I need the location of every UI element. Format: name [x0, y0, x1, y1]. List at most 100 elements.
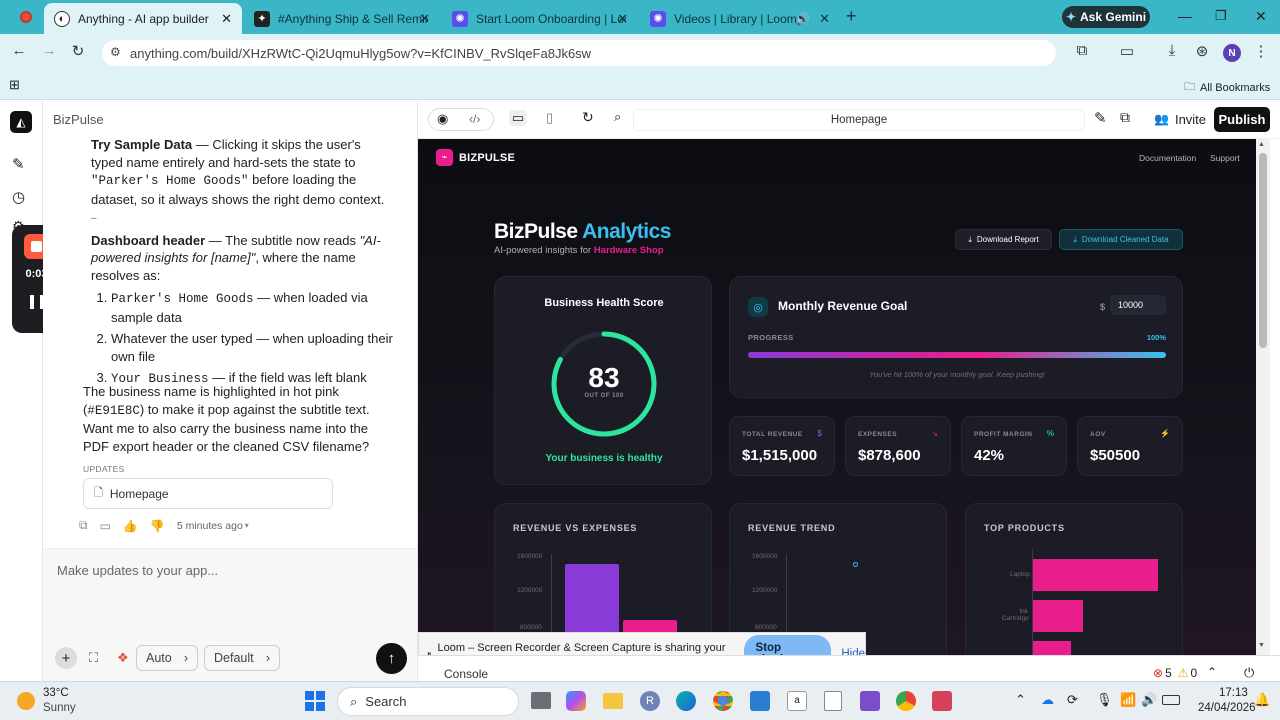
download-cleaned-button[interactable]: ⤓ Download Cleaned Data — [1059, 229, 1183, 250]
close-icon[interactable]: ✕ — [617, 11, 628, 27]
publish-button[interactable]: Publish — [1214, 107, 1270, 132]
thumbs-down-icon[interactable]: 👎 — [150, 519, 165, 533]
store-icon[interactable] — [750, 691, 770, 711]
add-button[interactable]: + — [55, 647, 77, 669]
tab-strip: ◐ Anything - AI app builder ✕ ✦ #Anythin… — [0, 0, 1280, 34]
chevron-down-icon[interactable]: ▾ — [245, 521, 249, 530]
menu-dots-icon[interactable]: ⋮ — [1250, 42, 1272, 60]
power-icon[interactable]: ⏻ — [1244, 665, 1254, 681]
anything-logo[interactable]: ◭ — [10, 111, 32, 133]
send-button[interactable]: ↑ — [376, 643, 407, 674]
history-icon[interactable]: ◷ — [12, 188, 25, 206]
tab-anything[interactable]: ◐ Anything - AI app builder ✕ — [44, 3, 242, 34]
download-icon[interactable]: ⤓ — [1161, 42, 1183, 59]
paragraph-highlight: The business name is highlighted in hot … — [83, 383, 393, 455]
chrome-icon[interactable] — [713, 691, 733, 711]
scrollbar-thumb[interactable] — [1259, 153, 1267, 348]
microphone-icon[interactable]: 🎙 — [1096, 692, 1113, 708]
reload-icon[interactable]: ↻ — [67, 42, 89, 60]
product-bar — [1033, 559, 1158, 591]
search-icon[interactable]: ⌕ — [614, 109, 621, 125]
tray-chevron-icon[interactable]: ⌃ — [1015, 692, 1026, 708]
close-icon[interactable]: ✕ — [221, 11, 232, 27]
cast-icon[interactable]: ▭ — [1116, 42, 1138, 60]
page-selector[interactable]: Homepage — [633, 109, 1085, 131]
weather-icon[interactable] — [17, 692, 35, 710]
back-arrow-icon[interactable]: ← — [8, 42, 30, 59]
pause-icon[interactable] — [30, 295, 44, 309]
mobile-view-icon[interactable]: ▯ — [546, 110, 553, 126]
auto-mode-button[interactable]: Auto › — [136, 645, 198, 671]
windows-start-icon[interactable] — [305, 691, 325, 711]
edit-pencil-icon[interactable]: ✎ — [1094, 109, 1107, 127]
clock-date[interactable]: 24/04/2026 — [1198, 702, 1256, 714]
copilot-icon[interactable]: ⊛ — [1191, 42, 1213, 60]
tab-remixathon[interactable]: ✦ #Anything Ship & Sell Remixat ✕ — [244, 3, 440, 34]
close-icon[interactable]: ✕ — [419, 11, 430, 27]
loom-favicon-icon: ✺ — [650, 10, 666, 27]
open-external-icon[interactable]: ⧉ — [1120, 109, 1130, 126]
window-close-button[interactable]: ✕ — [1255, 8, 1267, 25]
forward-arrow-icon[interactable]: → — [38, 42, 60, 59]
file-explorer-icon[interactable] — [603, 693, 623, 709]
extensions-icon[interactable]: ⧉ — [1071, 42, 1093, 59]
figma-icon[interactable]: ❖ — [117, 650, 129, 666]
restore-button[interactable]: ❐ — [1215, 8, 1227, 24]
wifi-icon[interactable]: 📶 — [1120, 692, 1136, 708]
goal-input[interactable]: 10000 — [1110, 295, 1166, 315]
download-report-button[interactable]: ⤓ Download Report — [955, 229, 1052, 250]
chrome-profile-icon[interactable] — [896, 691, 916, 711]
notifications-icon[interactable]: 🔔 — [1254, 692, 1270, 708]
visual-studio-icon[interactable] — [860, 691, 880, 711]
amazon-icon[interactable]: a — [787, 691, 807, 711]
all-bookmarks-button[interactable]: 🗀 All Bookmarks — [1184, 78, 1270, 97]
avatar[interactable]: N — [1223, 44, 1241, 62]
copy-icon[interactable]: ⧉ — [79, 518, 88, 533]
ask-gemini-button[interactable]: ✦ Ask Gemini — [1062, 6, 1150, 28]
address-bar[interactable]: ⚙ anything.com/build/XHzRWtC-Qi2UqmuHlyg… — [102, 40, 1056, 66]
volume-icon[interactable]: 🔊 — [1141, 692, 1157, 708]
taskbar-search[interactable]: ⌕ Search — [337, 687, 519, 716]
thumbs-up-icon[interactable]: 👍 — [123, 519, 138, 533]
refresh-preview-icon[interactable]: ↻ — [582, 109, 594, 126]
nav-support[interactable]: Support — [1210, 153, 1240, 163]
brand[interactable]: ⌁ BIZPULSE — [436, 149, 515, 166]
apps-grid-icon[interactable]: ⊞ — [9, 77, 20, 93]
desktop-view-icon[interactable]: ▭ — [509, 110, 527, 126]
scroll-up-icon[interactable]: ▲ — [1258, 141, 1265, 148]
task-view-icon[interactable] — [531, 692, 551, 709]
invite-button[interactable]: 👥 Invite — [1148, 107, 1212, 131]
edit-icon[interactable]: ✎ — [12, 155, 25, 173]
default-model-button[interactable]: Default › — [204, 645, 280, 671]
update-homepage-card[interactable]: 🗋 Homepage — [83, 478, 333, 509]
battery-icon[interactable] — [1162, 695, 1180, 705]
preview-scrollbar[interactable]: ▲ ▼ — [1256, 139, 1270, 655]
tab-loom-library[interactable]: ✺ Videos | Library | Loom 🔊 ✕ — [640, 3, 840, 34]
scroll-down-icon[interactable]: ▼ — [1258, 642, 1265, 649]
close-icon[interactable]: ✕ — [819, 11, 830, 27]
eye-icon[interactable]: ◉ — [437, 111, 448, 127]
clock-time[interactable]: 17:13 — [1219, 687, 1248, 699]
edge-icon[interactable] — [676, 691, 696, 711]
copilot-app-icon[interactable] — [566, 691, 586, 711]
minimize-button[interactable]: — — [1178, 8, 1192, 24]
console-tab[interactable]: Console — [444, 667, 488, 681]
tray-sync-icon[interactable]: ⟳ — [1067, 692, 1078, 708]
message-input[interactable]: Make updates to your app... — [57, 563, 397, 578]
new-tab-button[interactable]: + — [846, 6, 857, 27]
tab-loom-onboarding[interactable]: ✺ Start Loom Onboarding | Loom ✕ — [442, 3, 638, 34]
code-icon[interactable]: ‹/› — [469, 112, 480, 126]
snipping-tool-icon[interactable] — [932, 691, 952, 711]
tray-cloud-icon[interactable]: ☁ — [1041, 692, 1054, 708]
r-app-icon[interactable]: R — [640, 691, 660, 711]
audio-icon[interactable]: 🔊 — [795, 12, 810, 26]
weather-temp[interactable]: 33°C — [43, 687, 69, 699]
notepad-icon[interactable] — [824, 691, 842, 711]
card-icon[interactable]: ▭ — [100, 519, 111, 533]
collapse-icon[interactable]: ⌃ — [1207, 665, 1217, 679]
nav-documentation[interactable]: Documentation — [1139, 153, 1196, 163]
error-count[interactable]: ⊗ 5 ⚠ 0 — [1153, 666, 1197, 680]
image-icon[interactable]: ⛶ — [89, 650, 98, 666]
paragraph-dashboard-header: Dashboard header — The subtitle now read… — [91, 232, 396, 285]
site-info-icon[interactable]: ⚙ — [110, 45, 121, 59]
